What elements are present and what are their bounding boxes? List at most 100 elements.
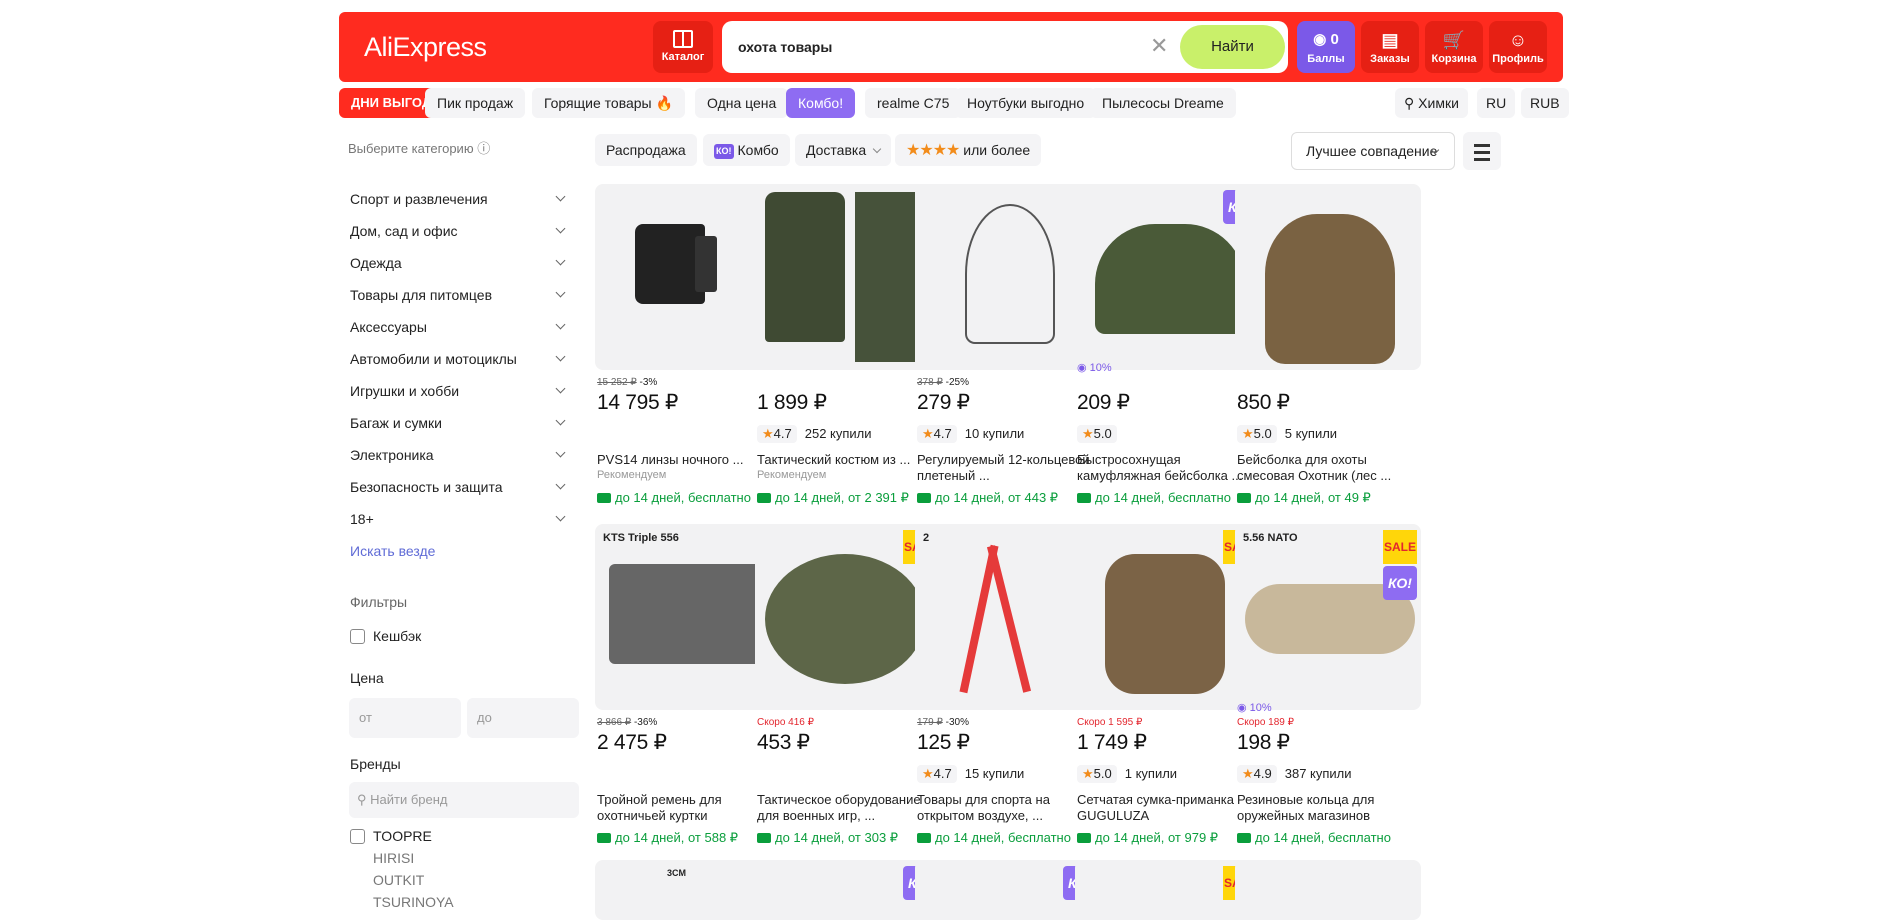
sidebar-category[interactable]: Дом, сад и офис	[350, 223, 574, 243]
brand-checkbox[interactable]: TSURINOYA	[350, 894, 454, 910]
delivery-info: до 14 дней, от 588 ₽	[597, 830, 738, 846]
sidebar-category[interactable]: Электроника	[350, 447, 574, 467]
currency-selector[interactable]: RUB	[1521, 88, 1569, 118]
tab-bestsellers[interactable]: Пик продаж	[425, 88, 526, 118]
star-icon: ★	[1242, 426, 1254, 441]
sidebar-category[interactable]: Багаж и сумки	[350, 415, 574, 435]
language-selector[interactable]: RU	[1477, 88, 1516, 118]
chip-sale[interactable]: Распродажа	[595, 134, 697, 166]
aliexpress-logo[interactable]: AliExpress	[364, 32, 487, 63]
header: AliExpress Каталог ✕ Найти ◉ 0 Баллы ▤ З…	[339, 12, 1563, 82]
tab-dreame[interactable]: Пылесосы Dreame	[1090, 88, 1236, 118]
sold-count: 15 купили	[964, 766, 1025, 781]
tab-realme[interactable]: realme C75	[865, 88, 962, 118]
product-price: 279 ₽	[917, 391, 970, 414]
sold-count: 387 купили	[1284, 766, 1352, 781]
sidebar-category[interactable]: Игрушки и хобби	[350, 383, 574, 403]
product-image[interactable]: 5.56 NATO SALE КО!	[1235, 524, 1421, 710]
search-bar: ✕ Найти	[722, 21, 1288, 73]
product-image[interactable]	[1235, 184, 1421, 370]
product-price: 209 ₽	[1077, 391, 1130, 414]
cashback-badge: ◉ 10%	[1077, 362, 1112, 374]
delivery-info: до 14 дней, от 49 ₽	[1237, 490, 1371, 506]
truck-icon	[757, 833, 771, 843]
bonus-button[interactable]: ◉ 0 Баллы	[1297, 21, 1355, 73]
delivery-info: до 14 дней, бесплатно	[597, 490, 751, 505]
product-image[interactable]: SALE	[755, 524, 941, 710]
truck-icon	[1237, 833, 1251, 843]
star-icon: ★	[1082, 766, 1094, 781]
product-image[interactable]: КО!	[755, 860, 941, 920]
brand-checkbox[interactable]: OUTKIT	[350, 872, 424, 888]
truck-icon	[917, 833, 931, 843]
city-selector[interactable]: ⚲ Химки	[1395, 88, 1468, 118]
product-title: PVS14 линзы ночного ...	[597, 452, 744, 467]
info-icon: ⓘ	[477, 141, 491, 156]
chip-rating[interactable]: ★★★★ или более	[895, 134, 1042, 166]
price-to-input[interactable]: до	[467, 698, 579, 738]
sidebar-category[interactable]: Автомобили и мотоциклы	[350, 351, 574, 371]
delivery-info: до 14 дней, от 443 ₽	[917, 490, 1058, 506]
search-input[interactable]	[738, 35, 1138, 59]
product-image[interactable]: SALE	[1075, 524, 1261, 710]
product-image[interactable]	[1235, 860, 1421, 920]
tab-laptops[interactable]: Ноутбуки выгодно	[955, 88, 1097, 118]
sort-select[interactable]: Лучшее совпадение	[1291, 132, 1455, 170]
tab-combo[interactable]: Комбо!	[786, 88, 856, 118]
sidebar-category[interactable]: Одежда	[350, 255, 574, 275]
chip-combo[interactable]: КО! Комбо	[703, 134, 790, 166]
product-title: Сетчатая сумка-приманка GUGULUZA	[1077, 792, 1234, 823]
product-image[interactable]: КО!	[915, 860, 1101, 920]
sidebar-category[interactable]: Товары для питомцев	[350, 287, 574, 307]
product-image[interactable]: KTS Triple 556	[595, 524, 781, 710]
catalog-button[interactable]: Каталог	[653, 21, 713, 73]
tab-hot[interactable]: Горящие товары 🔥	[532, 88, 685, 118]
rating-row: ★4.7 15 купили	[917, 765, 1028, 783]
product-image[interactable]: SALE	[1075, 860, 1261, 920]
sold-count: 5 купили	[1284, 426, 1338, 441]
product-image[interactable]: КО!	[1075, 184, 1261, 370]
product-image[interactable]	[755, 184, 941, 370]
sidebar-category[interactable]: Безопасность и защита	[350, 479, 574, 499]
sidebar-category[interactable]: 18+	[350, 511, 574, 531]
sidebar-category[interactable]: Аксессуары	[350, 319, 574, 339]
brand-search-input[interactable]: ⚲ Найти бренд	[349, 782, 579, 818]
chip-delivery[interactable]: Доставка	[795, 134, 892, 166]
brands-title: Бренды	[350, 756, 401, 772]
clear-search-icon[interactable]: ✕	[1150, 33, 1168, 59]
chevron-down-icon	[555, 479, 566, 490]
price-from-input[interactable]: от	[349, 698, 461, 738]
product-title: Тактический костюм из ...	[757, 452, 911, 467]
location-pin-icon: ⚲	[1404, 95, 1419, 111]
view-toggle-button[interactable]	[1463, 132, 1501, 170]
product-title: Регулируемый 12-кольцевой плетеный ...	[917, 452, 1090, 483]
filters-title: Фильтры	[350, 594, 408, 610]
tab-one-price[interactable]: Одна цена	[695, 88, 789, 118]
cart-button[interactable]: 🛒 Корзина	[1425, 21, 1483, 73]
delivery-info: до 14 дней, от 979 ₽	[1077, 830, 1218, 846]
chevron-down-icon	[555, 191, 566, 202]
book-icon	[673, 30, 693, 48]
chevron-down-icon	[555, 447, 566, 458]
cashback-checkbox[interactable]: Кешбэк	[350, 628, 421, 644]
brand-checkbox[interactable]: HIRISI	[350, 850, 414, 866]
search-everywhere-link[interactable]: Искать везде	[350, 543, 435, 559]
find-button[interactable]: Найти	[1180, 25, 1285, 69]
product-price: 198 ₽	[1237, 731, 1290, 754]
delivery-info: до 14 дней, бесплатно	[1237, 830, 1391, 845]
chevron-down-icon	[555, 255, 566, 266]
sidebar-category[interactable]: Спорт и развлечения	[350, 191, 574, 211]
smile-icon: ☺	[1508, 30, 1528, 50]
product-image[interactable]: 2	[915, 524, 1101, 710]
old-price: 15 252 ₽ -3%	[597, 377, 658, 388]
cart-icon: 🛒	[1442, 30, 1466, 50]
product-image[interactable]	[595, 184, 781, 370]
profile-button[interactable]: ☺ Профиль	[1489, 21, 1547, 73]
brand-checkbox[interactable]: TOOPRE	[350, 828, 432, 844]
chevron-down-icon	[555, 511, 566, 522]
product-image[interactable]	[915, 184, 1101, 370]
sold-count: 252 купили	[804, 426, 872, 441]
rating-badge: ★5.0	[1077, 765, 1117, 783]
orders-button[interactable]: ▤ Заказы	[1361, 21, 1419, 73]
product-image[interactable]: 3CM	[595, 860, 781, 920]
